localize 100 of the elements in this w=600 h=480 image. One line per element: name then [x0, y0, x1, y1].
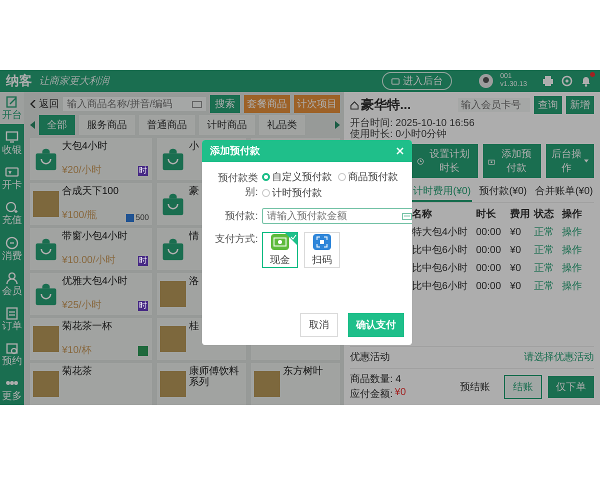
operate-link[interactable]: 操作	[562, 261, 588, 275]
status-text: 正常	[534, 280, 555, 293]
table-cell-text: 00:00	[476, 280, 502, 292]
product-name: 大包4小时	[62, 141, 108, 152]
open-time: 开台时间: 2025-10-10 16:56	[350, 118, 476, 129]
table-cell-text: 特大包4小时	[412, 226, 469, 239]
amount-value: ¥0	[394, 387, 406, 400]
operate-link[interactable]: 操作	[562, 243, 588, 257]
product-price: ¥25/小时	[62, 298, 102, 312]
bill-tab[interactable]: 预付款(¥0)	[474, 182, 532, 202]
checkout-button[interactable]: 结账	[504, 374, 542, 398]
category-tab[interactable]: 普通商品	[139, 115, 195, 135]
payment-method-tile[interactable]: 现金	[262, 232, 298, 268]
column-header: 名称	[412, 208, 433, 221]
sidebar-item[interactable]: 更多	[0, 373, 24, 405]
table-cell-text: 比中包6小时	[412, 262, 469, 275]
table-cell-text: ¥0	[510, 262, 522, 274]
table-cell-text: 00:00	[476, 262, 502, 274]
table-cell-text: 比中包6小时	[412, 280, 469, 293]
category-tab[interactable]: 全部	[39, 115, 75, 135]
sidebar-item[interactable]: 消费	[0, 232, 24, 264]
product-tag: 时	[138, 256, 148, 266]
stock-count: 500	[136, 213, 149, 222]
member-button[interactable]: 查询	[534, 96, 562, 114]
item-count: 商品数量: 4	[350, 372, 402, 386]
table-cell-text: 00:00	[476, 244, 502, 256]
toolbar-button[interactable]: 计次项目	[294, 95, 340, 113]
product-card[interactable]: 菊花茶一杯 ¥10/杯	[30, 318, 152, 360]
product-price: ¥100/瓶	[62, 209, 98, 222]
product-name: 带窗小包4小时	[62, 231, 128, 242]
product-name: 洛	[189, 276, 199, 287]
product-name: 小	[189, 141, 199, 152]
table-cell-text: 比中包6小时	[412, 244, 469, 257]
sidebar-item[interactable]: 收银	[0, 127, 24, 160]
product-name: 东方树叶	[283, 366, 323, 377]
operate-link[interactable]: 操作	[562, 279, 588, 293]
checkout-button[interactable]: 预结账	[452, 376, 498, 398]
product-name: 优雅大包4小时	[62, 276, 128, 287]
dialog-button[interactable]: 确认支付	[348, 313, 404, 337]
product-card[interactable]: 合成天下100 ¥100/瓶 500	[30, 183, 152, 225]
product-card[interactable]: 带窗小包4小时 ¥10.00/小时 时	[30, 228, 152, 270]
table-cell-text: ¥0	[510, 226, 522, 238]
product-name: 豪	[189, 186, 199, 197]
action-button[interactable]: 添加预付款	[483, 144, 542, 178]
product-price: ¥20/小时	[62, 164, 102, 177]
member-search-field[interactable]: 输入会员卡号	[458, 98, 530, 112]
table-cell-text: ¥0	[510, 280, 522, 292]
sidebar-item[interactable]: 会员	[0, 268, 24, 300]
product-name: 菊花茶一杯	[62, 321, 112, 332]
product-name: 情	[189, 231, 199, 242]
prepay-type-radio[interactable]: 商品预付款	[338, 170, 398, 184]
amount-input-field[interactable]: 请输入预付款金额	[262, 208, 412, 224]
product-name: 合成天下100	[62, 186, 119, 197]
product-card[interactable]: 东方树叶	[251, 363, 340, 405]
product-name: 康师傅饮料系列	[189, 366, 240, 388]
sidebar-item[interactable]: 预约	[0, 338, 24, 370]
toolbar-button[interactable]: 套餐商品	[244, 95, 290, 113]
back-button[interactable]: 返回	[30, 97, 59, 111]
payment-method-tile[interactable]: 扫码	[304, 232, 340, 268]
column-header: 时长	[476, 208, 497, 221]
product-card[interactable]: 菊花茶	[30, 363, 152, 405]
action-button[interactable]: 后台操作	[546, 144, 594, 178]
checkout-button[interactable]: 仅下单	[548, 376, 594, 398]
product-card[interactable]: 优雅大包4小时 ¥25/小时 时	[30, 273, 152, 315]
table-cell-text: ¥0	[510, 244, 522, 256]
product-tag: 时	[138, 166, 148, 176]
product-tag: 时	[138, 301, 148, 311]
status-text: 正常	[534, 244, 555, 257]
column-header: 费用	[510, 208, 531, 221]
app-logo: 纳客	[6, 72, 32, 90]
category-tab[interactable]: 计时商品	[199, 115, 255, 135]
search-button[interactable]: 搜索	[210, 95, 240, 113]
column-header: 操作	[562, 208, 583, 221]
product-card[interactable]: 大包4小时 ¥20/小时 时	[30, 138, 152, 180]
promo-link[interactable]: 请选择优惠活动	[524, 350, 594, 364]
operate-link[interactable]: 操作	[562, 225, 588, 239]
member-button[interactable]: 新增	[566, 96, 594, 114]
sidebar-item[interactable]: 开台	[0, 92, 24, 124]
product-name: 菊花茶	[62, 366, 92, 377]
status-text: 正常	[534, 262, 555, 275]
promo-label: 优惠活动	[350, 350, 390, 364]
category-tab[interactable]: 礼品类	[259, 115, 305, 135]
admin-button[interactable]: 进入后台	[382, 72, 452, 90]
amount-label: 应付金额:	[350, 388, 393, 401]
product-card[interactable]: 康师傅饮料系列	[157, 363, 246, 405]
duration-text: 使用时长: 0小时0分钟	[350, 129, 448, 140]
app-slogan: 让商家更大利润	[39, 74, 109, 88]
category-tab[interactable]: 服务商品	[79, 115, 135, 135]
prepay-type-radio[interactable]: 计时预付款	[262, 186, 322, 200]
prepay-type-radio[interactable]: 自定义预付款	[262, 170, 332, 184]
product-name: 桂	[189, 321, 199, 332]
status-text: 正常	[534, 226, 555, 239]
sidebar-item[interactable]: 订单	[0, 302, 24, 335]
column-header: 状态	[534, 208, 555, 221]
dialog-button[interactable]: 取消	[300, 313, 338, 337]
sidebar-item[interactable]: 开卡	[0, 162, 24, 194]
table-cell-text: 00:00	[476, 226, 502, 238]
action-button[interactable]: 设置计划时长	[412, 144, 478, 178]
sidebar-item[interactable]: 充值	[0, 197, 24, 230]
bill-tab[interactable]: 合并账单(¥0)	[534, 182, 594, 202]
